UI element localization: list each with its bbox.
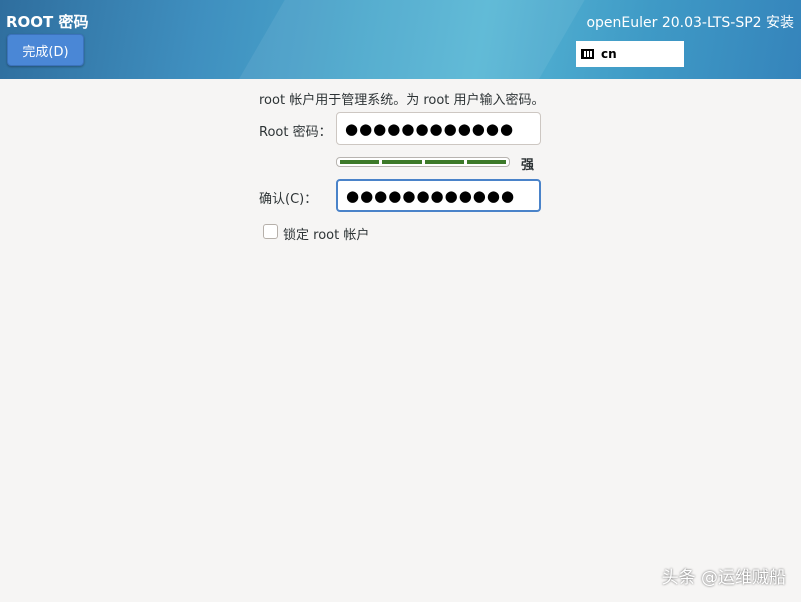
lock-root-label[interactable]: 锁定 root 帐户 (283, 224, 369, 243)
confirm-label: 确认(C)： (259, 188, 317, 207)
page-title: ROOT 密码 (6, 11, 89, 32)
password-strength-label: 强 (521, 154, 534, 173)
keyboard-layout-label: cn (601, 47, 617, 61)
confirm-password-input[interactable]: ●●●●●●●●●●●● (336, 179, 541, 212)
header-bar: ROOT 密码 完成(D) openEuler 20.03-LTS-SP2 安装… (0, 0, 801, 79)
keyboard-icon (581, 49, 594, 59)
lock-root-checkbox[interactable] (263, 224, 278, 239)
password-input[interactable]: ●●●●●●●●●●●● (336, 112, 541, 145)
watermark: 头条 @运维贼船 (662, 563, 786, 588)
password-strength-meter (336, 157, 510, 167)
password-label: Root 密码： (259, 121, 332, 140)
intro-text: root 帐户用于管理系统。为 root 用户输入密码。 (259, 89, 545, 108)
done-button[interactable]: 完成(D) (7, 34, 84, 66)
keyboard-layout-indicator[interactable]: cn (576, 41, 684, 67)
product-title: openEuler 20.03-LTS-SP2 安装 (586, 12, 794, 32)
